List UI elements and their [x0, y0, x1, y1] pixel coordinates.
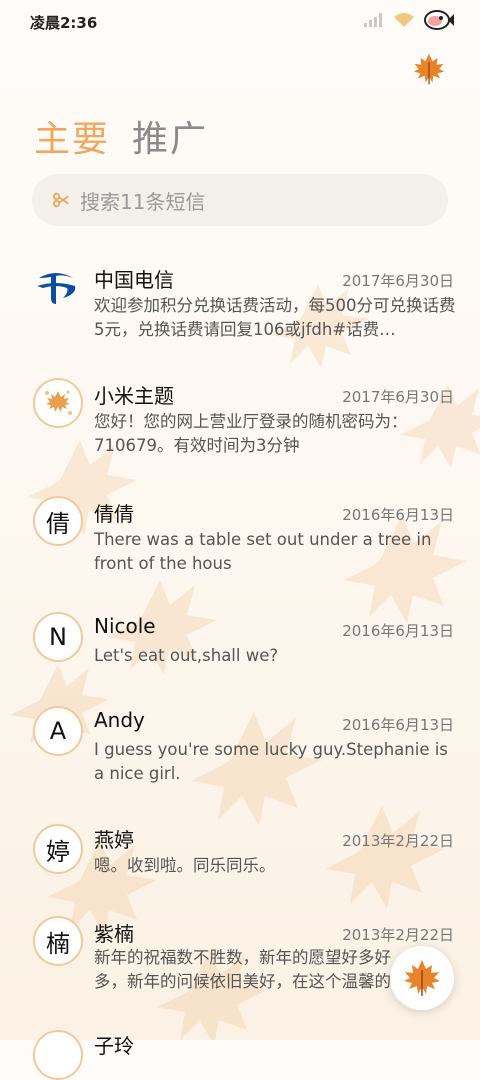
status-icons: [364, 10, 454, 30]
leaf-pattern-avatar-icon: [45, 390, 72, 415]
sender-name: 小米主题: [94, 384, 174, 408]
message-date: 2016年6月13日: [342, 716, 454, 734]
tab-promotions[interactable]: 推广: [132, 110, 208, 162]
message-snippet: There was a table set out under a tree i…: [94, 530, 432, 573]
battery-fish-icon: [424, 10, 454, 30]
sender-name: Nicole: [94, 614, 156, 638]
wifi-icon: [394, 13, 414, 27]
tab-bar: 主要 推广: [34, 110, 208, 162]
avatar: 倩: [33, 496, 83, 546]
leaf-pattern-avatar: [33, 378, 83, 428]
list-item[interactable]: N Nicole 2016年6月13日 Let's eat out,shall …: [0, 610, 480, 700]
message-snippet: I guess you're some lucky guy.Stephanie …: [94, 740, 448, 783]
list-item[interactable]: 子玲: [0, 1026, 480, 1080]
message-date: 2017年6月30日: [342, 388, 454, 406]
sender-name: 紫楠: [94, 922, 134, 946]
avatar: A: [33, 706, 83, 756]
scissors-search-icon: [52, 192, 69, 208]
message-snippet: 您好！您的网上营业厅登录的随机密码为：710679。有效时间为3分钟: [94, 412, 408, 455]
china-telecom-logo-icon: [37, 273, 76, 304]
compose-button[interactable]: [390, 946, 454, 1010]
message-snippet: 嗯。收到啦。同乐同乐。: [94, 856, 276, 875]
status-time: 凌晨2:36: [30, 14, 98, 32]
sender-name: 中国电信: [94, 268, 174, 292]
search-input[interactable]: 搜索11条短信: [32, 174, 448, 226]
sender-name: 燕婷: [94, 828, 134, 852]
avatar: N: [33, 612, 83, 662]
search-placeholder: 搜索11条短信: [80, 189, 206, 214]
maple-leaf-icon[interactable]: [412, 52, 446, 86]
list-item[interactable]: 倩 倩倩 2016年6月13日 There was a table set ou…: [0, 488, 480, 598]
message-date: 2013年2月22日: [342, 926, 454, 944]
status-bar: 凌晨2:36: [0, 0, 480, 44]
message-snippet: 新年的祝福数不胜数，新年的愿望好多好多，新年的问候依旧美好，在这个温馨的时: [94, 948, 408, 991]
list-item[interactable]: 婷 燕婷 2013年2月22日 嗯。收到啦。同乐同乐。: [0, 822, 480, 912]
sender-name: 子玲: [94, 1034, 134, 1058]
message-date: 2017年6月30日: [342, 272, 454, 290]
message-date: 2016年6月13日: [342, 622, 454, 640]
china-telecom-logo: [33, 264, 79, 310]
tab-primary[interactable]: 主要: [34, 110, 110, 162]
message-snippet: 欢迎参加积分兑换话费活动，每500分可兑换话费5元，兑换话费请回复106或jfd…: [94, 296, 456, 339]
list-item[interactable]: A Andy 2016年6月13日 I guess you're some lu…: [0, 704, 480, 814]
message-date: 2013年2月22日: [342, 832, 454, 850]
sender-name: 倩倩: [94, 502, 134, 526]
list-item[interactable]: 中国电信 2017年6月30日 欢迎参加积分兑换话费活动，每500分可兑换话费5…: [0, 254, 480, 364]
avatar: 楠: [33, 916, 83, 966]
message-date: 2016年6月13日: [342, 506, 454, 524]
avatar: 婷: [33, 824, 83, 874]
message-snippet: Let's eat out,shall we?: [94, 646, 279, 665]
sender-name: Andy: [94, 708, 145, 732]
avatar: [33, 1030, 83, 1080]
list-item[interactable]: 小米主题 2017年6月30日 您好！您的网上营业厅登录的随机密码为：71067…: [0, 370, 480, 480]
maple-leaf-compose-icon: [404, 960, 440, 996]
signal-icon: [364, 13, 382, 27]
